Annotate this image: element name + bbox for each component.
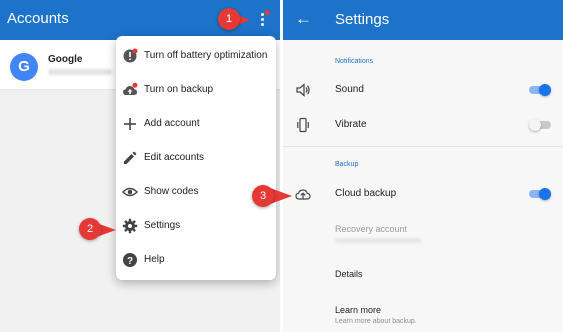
settings-app-bar: ← Settings bbox=[283, 0, 563, 40]
gear-icon bbox=[122, 218, 138, 234]
account-name: Google bbox=[48, 54, 83, 65]
speaker-icon bbox=[296, 83, 310, 97]
overflow-menu-icon[interactable] bbox=[256, 10, 270, 30]
setting-label: Sound bbox=[335, 84, 364, 95]
svg-text:?: ? bbox=[127, 256, 133, 267]
vibrate-icon bbox=[297, 117, 309, 133]
menu-item-label: Edit accounts bbox=[144, 152, 205, 163]
menu-item-edit-accounts[interactable]: Edit accounts bbox=[116, 141, 276, 175]
back-arrow-icon[interactable]: ← bbox=[295, 10, 312, 28]
sound-toggle[interactable] bbox=[529, 84, 553, 96]
cloud-backup-toggle[interactable] bbox=[529, 188, 553, 200]
setting-cloud-backup[interactable]: Cloud backup bbox=[283, 177, 563, 211]
vibrate-toggle[interactable] bbox=[529, 119, 553, 131]
menu-item-label: Turn off battery optimization bbox=[144, 50, 268, 61]
eye-icon bbox=[122, 187, 138, 197]
setting-vibrate[interactable]: Vibrate bbox=[283, 108, 563, 142]
recovery-account-label[interactable]: Recovery account bbox=[335, 224, 407, 234]
cloud-upload-icon bbox=[123, 82, 138, 95]
overflow-menu: Turn off battery optimization Turn on ba… bbox=[116, 36, 276, 280]
setting-label: Cloud backup bbox=[335, 188, 397, 199]
callout-2: 2 bbox=[79, 218, 101, 240]
accounts-screen: Accounts G Google Turn off battery optim… bbox=[0, 0, 280, 332]
section-notifications: Notifications bbox=[335, 58, 374, 65]
menu-item-label: Show codes bbox=[144, 186, 199, 197]
setting-label: Vibrate bbox=[335, 119, 367, 130]
settings-screen: ← Settings Notifications Sound Vibrate B… bbox=[283, 0, 563, 332]
section-divider bbox=[283, 146, 563, 147]
learn-more-link[interactable]: Learn more bbox=[335, 305, 381, 315]
recovery-account-redacted bbox=[335, 238, 421, 243]
plus-icon bbox=[124, 118, 136, 130]
menu-item-label: Add account bbox=[144, 118, 200, 129]
menu-item-turn-on-backup[interactable]: Turn on backup bbox=[116, 73, 276, 107]
settings-title: Settings bbox=[335, 11, 390, 28]
menu-item-label: Settings bbox=[144, 220, 181, 231]
cloud-upload-icon bbox=[295, 189, 311, 200]
pencil-icon bbox=[124, 151, 137, 164]
notification-dot bbox=[265, 10, 270, 15]
avatar: G bbox=[10, 53, 38, 81]
menu-item-battery-optimization[interactable]: Turn off battery optimization bbox=[116, 39, 276, 73]
menu-item-add-account[interactable]: Add account bbox=[116, 107, 276, 141]
accounts-title: Accounts bbox=[7, 10, 69, 27]
menu-item-label: Help bbox=[144, 254, 165, 265]
learn-more-subtitle: Learn more about backup. bbox=[335, 318, 417, 325]
help-icon: ? bbox=[123, 253, 137, 267]
screenshot-root: Accounts G Google Turn off battery optim… bbox=[0, 0, 563, 332]
details-link[interactable]: Details bbox=[335, 269, 363, 279]
battery-alert-icon bbox=[123, 48, 138, 63]
account-email-redacted bbox=[48, 69, 112, 75]
callout-3: 3 bbox=[252, 185, 274, 207]
callout-1: 1 bbox=[218, 8, 240, 30]
setting-sound[interactable]: Sound bbox=[283, 73, 563, 107]
menu-item-help[interactable]: ? Help bbox=[116, 243, 276, 277]
menu-item-label: Turn on backup bbox=[144, 84, 214, 95]
menu-item-settings[interactable]: Settings bbox=[116, 209, 276, 243]
section-backup: Backup bbox=[335, 161, 359, 168]
